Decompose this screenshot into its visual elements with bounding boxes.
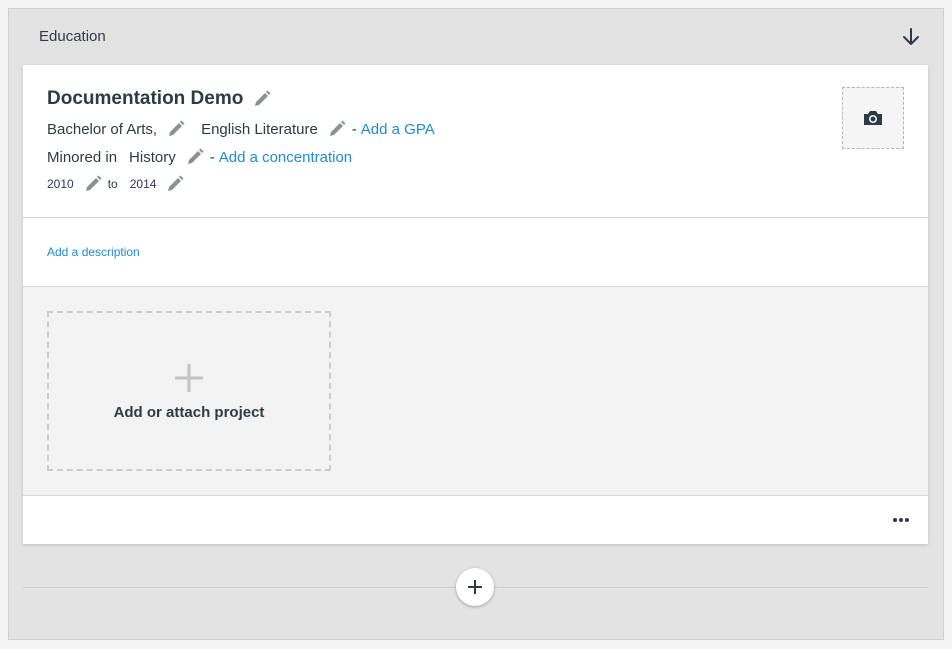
pencil-icon [168,175,184,191]
minor-row: Minored in History - Add a concentration [47,146,352,168]
plus-icon [468,580,482,594]
pencil-icon [169,120,185,136]
collapse-button[interactable] [899,25,923,49]
end-year: 2014 [129,177,157,191]
start-year: 2010 [47,177,74,191]
add-project-button[interactable]: Add or attach project [47,311,331,471]
edit-school-button[interactable] [251,88,273,110]
pencil-icon [255,90,271,106]
card-footer [23,496,928,544]
plus-icon [175,363,203,392]
description-area: Add a description [23,218,928,287]
camera-icon [864,111,882,125]
pencil-icon [329,120,346,136]
separator: - [351,120,357,138]
education-section: Education Documentation Demo Bachelor of… [8,8,944,640]
section-title: Education [39,28,106,45]
school-row: Documentation Demo [47,88,273,110]
minor-text: History [129,148,176,166]
add-education-button[interactable] [456,568,494,606]
section-header: Education [9,9,943,65]
separator: - [209,148,215,166]
add-concentration-link[interactable]: Add a concentration [219,149,352,166]
add-photo-button[interactable] [842,87,904,149]
projects-area: Add or attach project [23,287,928,496]
school-name: Documentation Demo [47,88,244,109]
edit-major-button[interactable] [326,118,348,140]
ellipsis-icon [893,518,909,522]
to-label: to [107,177,118,191]
add-project-label: Add or attach project [113,403,265,421]
add-description-link[interactable]: Add a description [47,245,140,259]
major-text: English Literature [201,120,318,138]
edit-start-year-button[interactable] [82,173,104,195]
degree-text: Bachelor of Arts, [47,120,158,138]
arrow-down-icon [903,28,919,45]
add-gpa-link[interactable]: Add a GPA [361,121,435,138]
minor-prefix: Minored in [47,148,118,166]
edit-minor-button[interactable] [184,146,206,168]
edit-degree-button[interactable] [165,118,187,140]
education-card: Documentation Demo Bachelor of Arts, Eng… [23,65,928,544]
pencil-icon [85,175,102,191]
pencil-icon [187,148,204,164]
more-options-button[interactable] [890,510,912,530]
education-info: Documentation Demo Bachelor of Arts, Eng… [23,65,928,218]
years-row: 2010 to 2014 [47,173,186,195]
degree-row: Bachelor of Arts, English Literature - A… [47,118,435,140]
edit-end-year-button[interactable] [164,173,186,195]
